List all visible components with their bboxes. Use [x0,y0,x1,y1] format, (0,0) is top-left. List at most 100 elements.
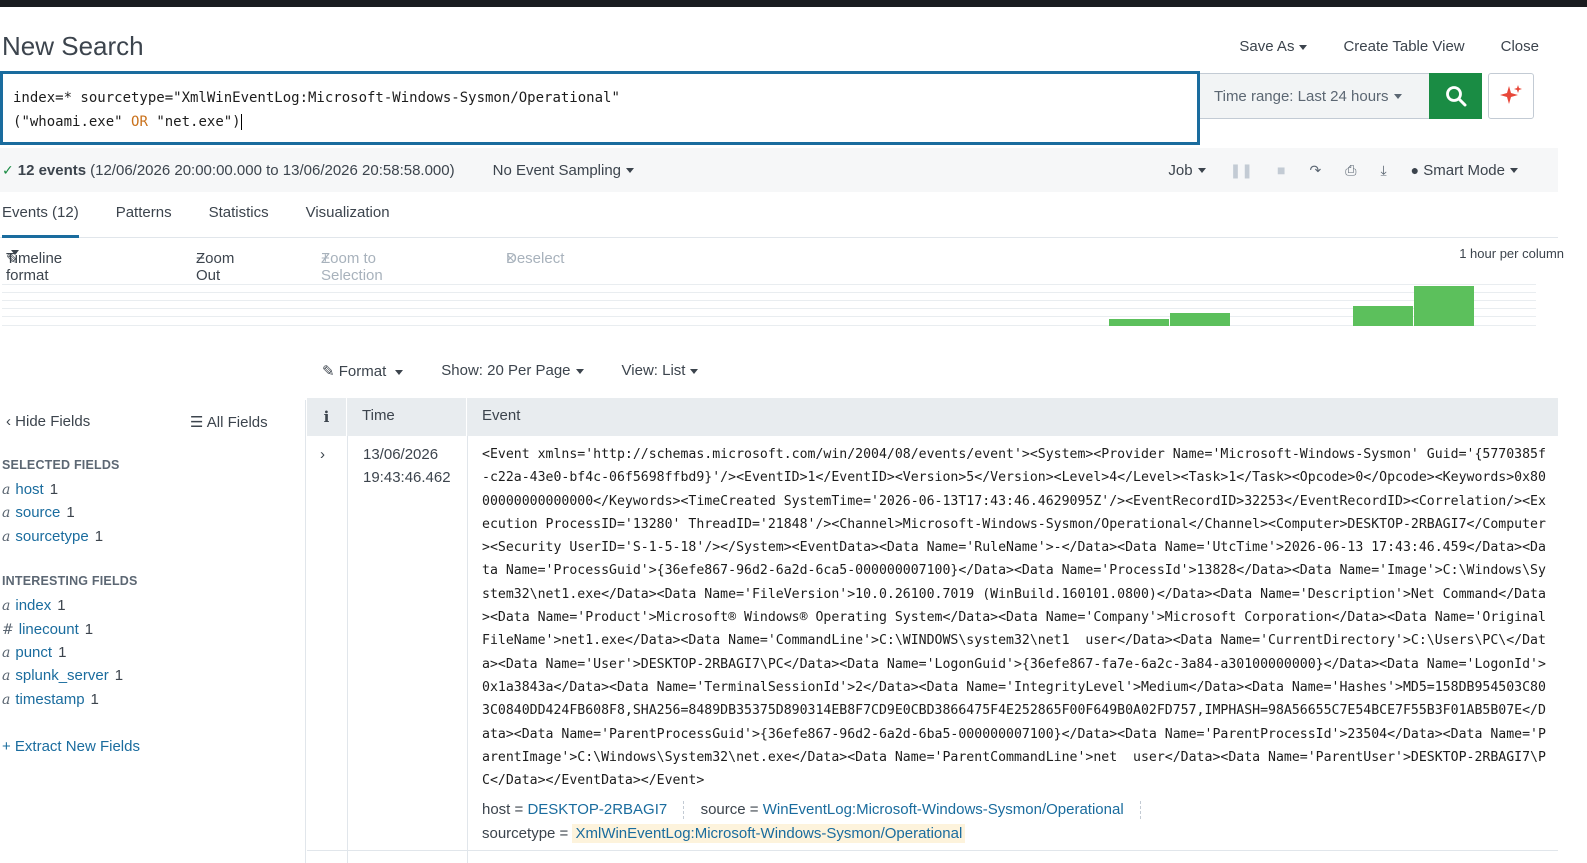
format-label: Format [338,363,387,380]
chevron-down-icon [1393,93,1402,99]
gridline [2,325,1536,326]
time-column-header[interactable]: Time [348,398,467,436]
timeline-toolbar: ✎ Timeline format − Zoom Out + Zoom to S… [0,250,1558,284]
tab-statistics[interactable]: Statistics [209,192,269,238]
timeline-format-label: Timeline format [6,250,63,284]
field-host[interactable]: a host 1 [2,481,58,498]
fields-sidebar: ‹ Hide Fields ☰ All Fields SELECTED FIEL… [0,400,306,863]
search-mode-menu[interactable]: ● Smart Mode [1411,162,1518,179]
host-field-value[interactable]: DESKTOP-2RBAGI7 [527,801,667,818]
share-icon[interactable]: ↷ [1310,162,1322,179]
check-icon: ✓ [2,161,14,178]
timeline-bar[interactable] [1414,286,1474,326]
field-count: 1 [49,481,59,498]
sourcetype-field-value[interactable]: XmlWinEventLog:Microsoft-Windows-Sysmon/… [572,824,966,843]
event-raw-text[interactable]: <Event xmlns='http://schemas.microsoft.c… [482,443,1548,792]
timeline-scale-label: 1 hour per column [1459,246,1564,261]
view-menu[interactable]: View: List [622,362,699,380]
save-as-menu[interactable]: Save As [1239,38,1308,55]
header-actions: Save As Create Table View Close [1239,38,1539,55]
timeline-bar[interactable] [1353,306,1413,326]
chevron-left-icon: ‹ [6,413,11,430]
event-time: 19:43:46.462 [363,469,451,486]
zoom-out-label: Zoom Out [196,250,235,284]
timeline-chart[interactable] [2,284,1536,326]
field-type-icon: a [2,692,11,708]
field-name: source [15,504,61,521]
deselect-label: Deselect [506,250,565,267]
search-query-input[interactable]: index=* sourcetype="XmlWinEventLog:Micro… [0,71,1200,145]
print-icon[interactable]: ⎙ [1345,162,1356,179]
chevron-down-icon [690,368,699,374]
gridline [2,316,1536,317]
events-table-header: i Time Event [307,398,1558,436]
time-range-label: Time range: Last 24 hours [1214,87,1389,105]
event-sampling-menu[interactable]: No Event Sampling [492,161,635,179]
chevron-down-icon [1299,44,1308,50]
chevron-down-icon [11,250,19,255]
event-timestamp: 13/06/2026 19:43:46.462 [363,443,451,489]
search-button[interactable] [1429,73,1482,119]
source-field-value[interactable]: WinEventLog:Microsoft-Windows-Sysmon/Ope… [763,801,1124,818]
all-fields-label: All Fields [206,414,268,431]
pause-icon[interactable]: ❚❚ [1230,162,1253,179]
field-name: index [15,597,52,614]
table-bottom-border [307,850,1558,851]
job-menu[interactable]: Job [1168,162,1206,179]
ai-assistant-button[interactable] [1488,73,1534,119]
info-column-header: i [307,398,347,436]
row-expand-toggle[interactable]: › [320,446,325,463]
per-page-label: Show: 20 Per Page [441,362,571,379]
event-field-summary: host = DESKTOP-2RBAGI7 source = WinEvent… [482,798,1153,846]
query-line-1: index=* sourcetype="XmlWinEventLog:Micro… [13,90,620,106]
event-sampling-label: No Event Sampling [492,161,622,179]
search-icon [1445,86,1466,107]
format-menu[interactable]: ✎ Format [322,362,404,380]
field-separator [683,801,685,820]
zoom-to-selection-label: Zoom to Selection [321,250,383,284]
field-count: 1 [66,504,75,521]
field-linecount[interactable]: # linecount 1 [2,621,93,638]
all-fields-button[interactable]: ☰ All Fields [190,413,268,431]
field-source[interactable]: a source 1 [2,504,75,521]
close-button[interactable]: Close [1501,38,1539,55]
query-operator-or: OR [131,114,148,130]
export-icon[interactable]: ⤓ [1380,162,1386,179]
host-field-label: host = [482,801,524,818]
field-timestamp[interactable]: a timestamp 1 [2,691,99,708]
source-field-label: source = [700,801,759,818]
stop-icon[interactable]: ■ [1277,162,1285,178]
event-column-header: Event [482,407,521,424]
hide-fields-button[interactable]: ‹ Hide Fields [6,413,90,430]
page-title: New Search [2,31,144,61]
column-divider [467,436,468,863]
field-sourcetype[interactable]: a sourcetype 1 [2,528,103,545]
column-divider [347,436,348,863]
lightbulb-icon: ● [1410,161,1420,178]
field-separator [1139,801,1141,820]
create-table-view-button[interactable]: Create Table View [1343,38,1464,55]
field-name: sourcetype [15,528,89,545]
field-count: 1 [114,667,124,684]
field-splunk-server[interactable]: a splunk_server 1 [2,667,123,684]
extract-new-fields-link[interactable]: + Extract New Fields [2,738,140,755]
tab-events[interactable]: Events (12) [2,192,79,238]
timeline-bar[interactable] [1170,313,1230,326]
field-punct[interactable]: a punct 1 [2,644,66,661]
timeline-bar[interactable] [1109,319,1169,326]
hide-fields-label: Hide Fields [15,413,91,430]
query-term-whoami: "whoami.exe" [21,114,123,130]
search-mode-label: Smart Mode [1423,161,1505,179]
time-range-picker[interactable]: Time range: Last 24 hours [1200,73,1430,119]
field-name: host [15,481,44,498]
field-type-icon: a [2,668,11,684]
tab-visualization[interactable]: Visualization [306,192,390,238]
per-page-menu[interactable]: Show: 20 Per Page [441,362,584,380]
tab-patterns[interactable]: Patterns [116,192,172,238]
gridline [2,292,1536,293]
field-name: splunk_server [15,667,109,684]
field-index[interactable]: a index 1 [2,597,66,614]
field-count: 1 [57,597,66,614]
top-bar [0,0,1587,7]
field-count: 1 [84,621,94,638]
